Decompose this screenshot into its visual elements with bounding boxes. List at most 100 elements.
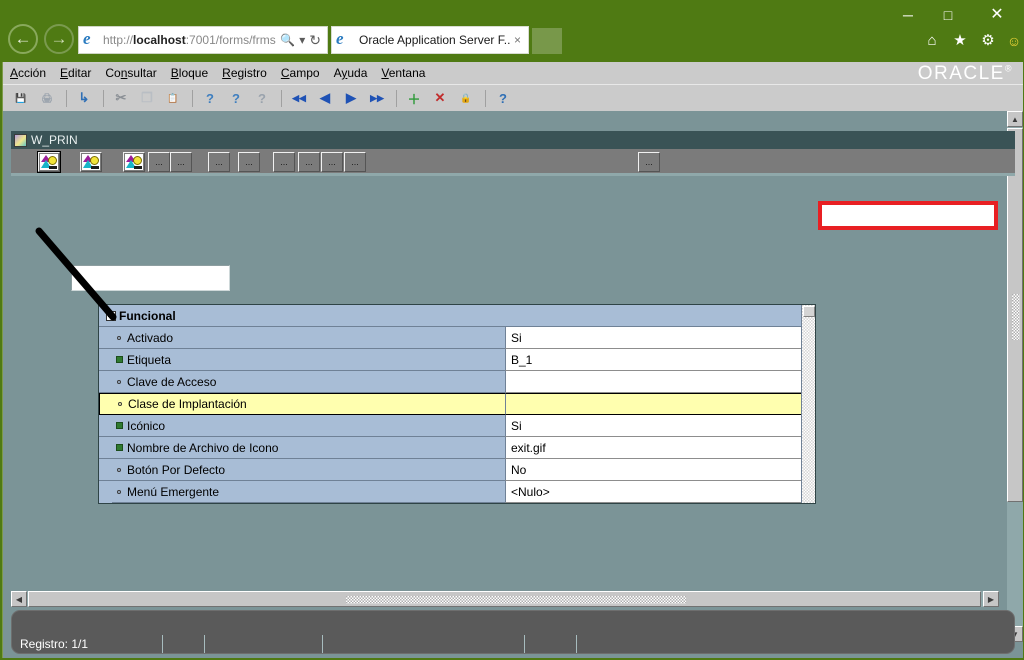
property-value-cell[interactable]	[505, 393, 815, 415]
tab-oracle-application-server[interactable]: Oracle Application Server F... ×	[331, 26, 529, 54]
back-button[interactable]: ←	[8, 24, 38, 54]
enter-query-button[interactable]: ?	[198, 87, 222, 110]
menu-item-registro[interactable]: Registro	[215, 64, 274, 82]
address-bar[interactable]: http://localhost:7001/forms/frms 🔍 ▾ ↻	[78, 26, 328, 54]
property-row[interactable]: Activado Si	[99, 327, 815, 349]
property-name-cell[interactable]: Botón Por Defecto	[99, 459, 505, 481]
block-button-2[interactable]	[80, 152, 102, 172]
menu-item-consultar[interactable]: Consultar	[98, 64, 163, 82]
menu-item-ventana[interactable]: Ventana	[374, 64, 432, 82]
last-record-button[interactable]: ▶▶	[365, 87, 389, 110]
property-row[interactable]: Menú Emergente <Nulo>	[99, 481, 815, 503]
property-row[interactable]: Clave de Acceso	[99, 371, 815, 393]
annotation-red-highlight	[818, 201, 998, 230]
menu-item-editar[interactable]: Editar	[53, 64, 98, 82]
browser-titlebar: ─ □ ✕ ← → http://localhost:7001/forms/fr…	[0, 0, 1024, 62]
property-value-cell[interactable]: exit.gif	[505, 437, 815, 459]
property-name-cell[interactable]: Clase de Implantación	[99, 393, 505, 415]
forward-button[interactable]: →	[44, 24, 74, 54]
copy-button[interactable]: ❐	[135, 87, 159, 110]
first-record-button[interactable]: ◀◀	[287, 87, 311, 110]
horizontal-scroll-thumb[interactable]	[28, 591, 981, 607]
property-name-cell[interactable]: Menú Emergente	[99, 481, 505, 503]
text-entry-field[interactable]	[71, 265, 230, 291]
cut-button[interactable]: ✂	[109, 87, 133, 110]
property-grid-scrollbar[interactable]	[801, 305, 815, 503]
block-button-label: ...	[177, 157, 185, 167]
maximize-button[interactable]: □	[933, 4, 963, 26]
scroll-up-icon[interactable]: ▲	[1007, 111, 1023, 127]
block-button-4[interactable]: ...	[148, 152, 170, 172]
toolbar-separator	[485, 89, 486, 107]
canvas-horizontal-scrollbar[interactable]: ◀ ▶	[11, 591, 999, 607]
property-grid-scroll-thumb[interactable]	[803, 306, 815, 317]
property-name-cell[interactable]: Icónico	[99, 415, 505, 437]
minimize-button[interactable]: ─	[893, 4, 923, 26]
property-name-cell[interactable]: Etiqueta	[99, 349, 505, 371]
lock-record-button[interactable]: 🔒	[454, 87, 478, 110]
insert-record-icon: ＋	[407, 91, 421, 107]
close-button[interactable]: ✕	[982, 4, 1012, 26]
home-icon[interactable]: ⌂	[921, 30, 943, 52]
property-default-icon	[113, 379, 125, 384]
next-record-button[interactable]: ▶	[339, 87, 363, 110]
delete-record-button[interactable]: ✕	[428, 87, 452, 110]
block-button-5[interactable]: ...	[170, 152, 192, 172]
exit-button[interactable]: ↳	[72, 87, 96, 110]
paste-button[interactable]: 📋	[161, 87, 185, 110]
help-button[interactable]: ?	[491, 87, 515, 110]
block-button-7[interactable]: ...	[238, 152, 260, 172]
property-group-header[interactable]: Funcional	[99, 305, 815, 327]
insert-record-button[interactable]: ＋	[402, 87, 426, 110]
menu-item-bloque[interactable]: Bloque	[164, 64, 215, 82]
property-row[interactable]: Etiqueta B_1	[99, 349, 815, 371]
print-button[interactable]: 🖨	[35, 87, 59, 110]
chevron-down-icon[interactable]: ▾	[297, 33, 307, 47]
property-name-cell[interactable]: Activado	[99, 327, 505, 349]
menu-item-accin[interactable]: Acción	[3, 64, 53, 82]
favorites-star-icon[interactable]: ★	[949, 30, 971, 52]
save-button[interactable]: 💾	[9, 87, 33, 110]
property-value-label: Si	[511, 418, 522, 433]
block-button-1[interactable]	[37, 151, 61, 173]
property-value-cell[interactable]: Si	[505, 327, 815, 349]
execute-query-button[interactable]: ?	[224, 87, 248, 110]
property-row[interactable]: Botón Por Defecto No	[99, 459, 815, 481]
block-button-6[interactable]: ...	[208, 152, 230, 172]
scroll-left-icon[interactable]: ◀	[11, 591, 27, 607]
vertical-scroll-thumb[interactable]	[1007, 128, 1023, 502]
property-name-label: Activado	[127, 330, 174, 345]
property-row[interactable]: Nombre de Archivo de Icono exit.gif	[99, 437, 815, 459]
canvas-vertical-scrollbar[interactable]: ▲ ▼	[1007, 111, 1023, 642]
gear-icon[interactable]: ⚙	[977, 30, 999, 52]
property-name-cell[interactable]: Nombre de Archivo de Icono	[99, 437, 505, 459]
property-row[interactable]: Icónico Si	[99, 415, 815, 437]
property-row[interactable]: Clase de Implantación	[99, 393, 815, 415]
search-icon[interactable]: 🔍	[278, 33, 297, 47]
tab-close-icon[interactable]: ×	[511, 33, 524, 47]
property-value-cell[interactable]: No	[505, 459, 815, 481]
block-button-9[interactable]: ...	[298, 152, 320, 172]
menu-item-campo[interactable]: Campo	[274, 64, 327, 82]
property-value-cell[interactable]	[505, 371, 815, 393]
property-overridden-icon	[113, 356, 125, 363]
smiley-icon[interactable]: ☺	[1003, 30, 1024, 52]
reload-icon[interactable]: ↻	[307, 32, 323, 49]
block-button-3[interactable]	[123, 152, 145, 172]
menu-item-ayuda[interactable]: Ayuda	[327, 64, 375, 82]
property-value-label: <Nulo>	[511, 484, 550, 499]
cancel-query-button[interactable]: ?	[250, 87, 274, 110]
new-tab-button[interactable]	[532, 28, 562, 54]
block-button-10[interactable]: ...	[321, 152, 343, 172]
property-value-cell[interactable]: Si	[505, 415, 815, 437]
property-value-cell[interactable]: <Nulo>	[505, 481, 815, 503]
scroll-right-icon[interactable]: ▶	[983, 591, 999, 607]
property-name-cell[interactable]: Clave de Acceso	[99, 371, 505, 393]
scroll-grip	[346, 596, 686, 604]
block-button-12[interactable]: ...	[638, 152, 660, 172]
previous-record-button[interactable]: ◀	[313, 87, 337, 110]
collapse-minus-icon[interactable]	[105, 310, 117, 321]
block-button-11[interactable]: ...	[344, 152, 366, 172]
property-value-cell[interactable]: B_1	[505, 349, 815, 371]
block-button-8[interactable]: ...	[273, 152, 295, 172]
